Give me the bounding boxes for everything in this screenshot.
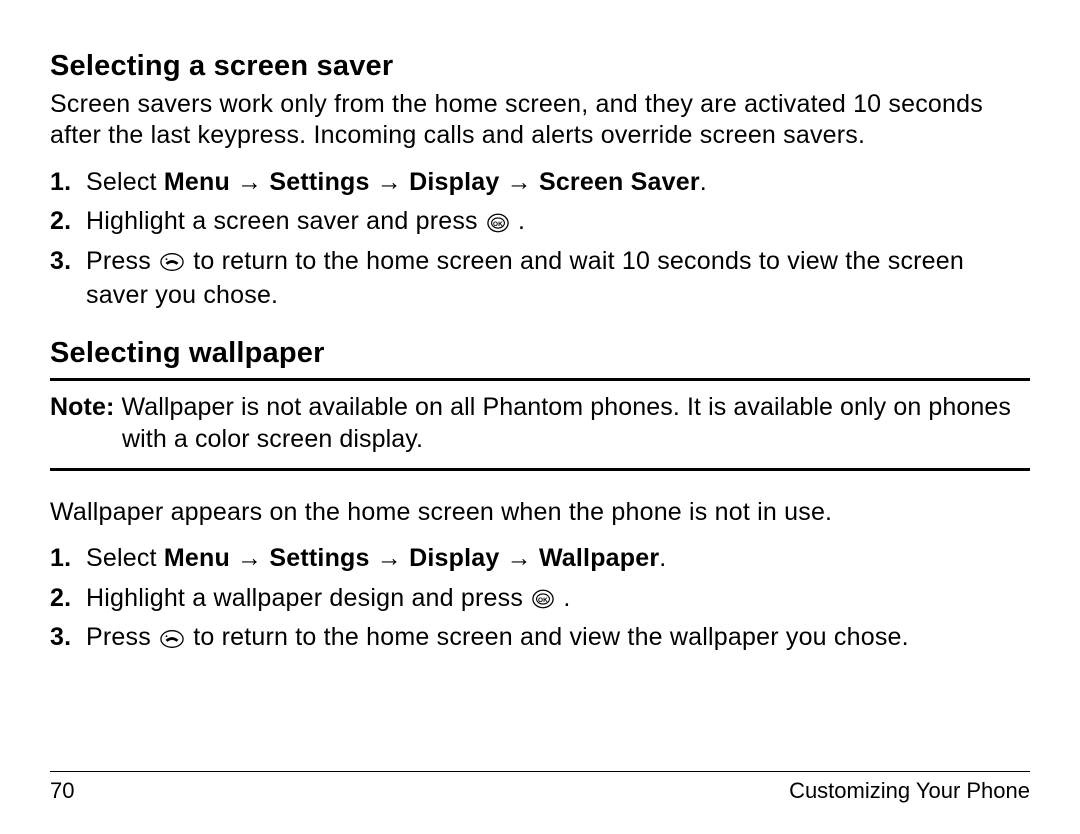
step-prefix: Select bbox=[86, 168, 164, 196]
heading-wallpaper: Selecting wallpaper bbox=[50, 337, 1030, 370]
step-item: 2. Highlight a wallpaper design and pres… bbox=[50, 582, 1030, 616]
note-text: Note: Wallpaper is not available on all … bbox=[50, 391, 1030, 456]
step-content: Select Menu → Settings → Display → Scree… bbox=[86, 168, 707, 196]
intro-screen-saver: Screen savers work only from the home sc… bbox=[50, 89, 1030, 152]
menu-path: Menu → Settings → Display → Wallpaper bbox=[164, 544, 659, 572]
step-item: 3. Press to return to the home screen an… bbox=[50, 245, 1030, 313]
step-item: 1. Select Menu → Settings → Display → Wa… bbox=[50, 542, 1030, 576]
step-prefix: Highlight a wallpaper design and press bbox=[86, 584, 530, 612]
step-number: 1. bbox=[50, 542, 71, 576]
ok-key-icon: OK bbox=[487, 212, 509, 234]
step-suffix: to return to the home screen and view th… bbox=[186, 623, 909, 651]
step-suffix: . bbox=[700, 168, 707, 196]
manual-page: Selecting a screen saver Screen savers w… bbox=[0, 0, 1080, 834]
page-footer: 70 Customizing Your Phone bbox=[50, 771, 1030, 804]
heading-screen-saver: Selecting a screen saver bbox=[50, 50, 1030, 83]
step-prefix: Press bbox=[86, 247, 158, 275]
step-item: 1. Select Menu → Settings → Display → Sc… bbox=[50, 166, 1030, 200]
note-body: Wallpaper is not available on all Phanto… bbox=[121, 393, 1011, 454]
step-content: Highlight a wallpaper design and press O… bbox=[86, 584, 570, 612]
intro-wallpaper: Wallpaper appears on the home screen whe… bbox=[50, 497, 1030, 528]
steps-wallpaper: 1. Select Menu → Settings → Display → Wa… bbox=[50, 542, 1030, 655]
steps-screen-saver: 1. Select Menu → Settings → Display → Sc… bbox=[50, 166, 1030, 313]
step-item: 3. Press to return to the home screen an… bbox=[50, 621, 1030, 655]
step-content: Press to return to the home screen and v… bbox=[86, 623, 909, 651]
step-prefix: Select bbox=[86, 544, 164, 572]
step-content: Select Menu → Settings → Display → Wallp… bbox=[86, 544, 666, 572]
ok-key-icon: OK bbox=[532, 588, 554, 610]
step-number: 1. bbox=[50, 166, 71, 200]
svg-text:OK: OK bbox=[538, 597, 548, 604]
note-label: Note: bbox=[50, 393, 121, 421]
step-item: 2. Highlight a screen saver and press OK… bbox=[50, 205, 1030, 239]
step-number: 2. bbox=[50, 582, 71, 616]
step-number: 3. bbox=[50, 621, 71, 655]
chapter-title: Customizing Your Phone bbox=[789, 778, 1030, 804]
step-suffix: . bbox=[659, 544, 666, 572]
step-content: Highlight a screen saver and press OK . bbox=[86, 207, 525, 235]
end-call-key-icon bbox=[160, 628, 184, 650]
step-content: Press to return to the home screen and w… bbox=[86, 247, 964, 309]
end-call-key-icon bbox=[160, 251, 184, 273]
svg-text:OK: OK bbox=[493, 220, 503, 227]
step-suffix: to return to the home screen and wait 10… bbox=[86, 247, 964, 309]
menu-path: Menu → Settings → Display → Screen Saver bbox=[164, 168, 700, 196]
step-prefix: Highlight a screen saver and press bbox=[86, 207, 485, 235]
note-block: Note: Wallpaper is not available on all … bbox=[50, 378, 1030, 471]
step-prefix: Press bbox=[86, 623, 158, 651]
step-number: 3. bbox=[50, 245, 71, 279]
page-number: 70 bbox=[50, 778, 74, 804]
step-suffix: . bbox=[511, 207, 525, 235]
step-number: 2. bbox=[50, 205, 71, 239]
step-suffix: . bbox=[556, 584, 570, 612]
